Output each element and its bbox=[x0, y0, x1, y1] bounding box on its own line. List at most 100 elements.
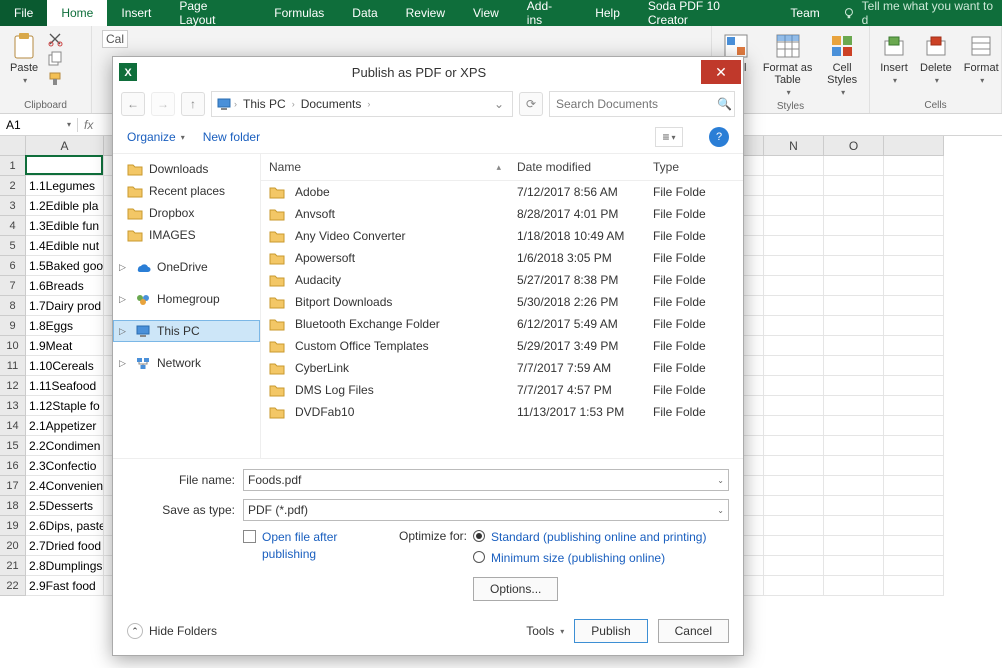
col-header[interactable]: O bbox=[824, 136, 884, 156]
folder-tree[interactable]: DownloadsRecent placesDropboxIMAGES▷OneD… bbox=[113, 154, 261, 458]
file-row[interactable]: Apowersoft1/6/2018 3:05 PMFile Folde bbox=[261, 247, 743, 269]
tab-view[interactable]: View bbox=[459, 0, 513, 26]
row-header[interactable]: 11 bbox=[0, 356, 26, 376]
open-after-publish-checkbox[interactable]: Open file after publishing bbox=[243, 529, 393, 563]
tab-page-layout[interactable]: Page Layout bbox=[165, 0, 260, 26]
format-cells-button[interactable]: Format▾ bbox=[960, 30, 1002, 87]
tree-item-this-pc[interactable]: ▷This PC bbox=[113, 320, 260, 342]
hide-folders-button[interactable]: ⌃ Hide Folders bbox=[127, 623, 217, 639]
file-row[interactable]: DMS Log Files7/7/2017 4:57 PMFile Folde bbox=[261, 379, 743, 401]
cell[interactable] bbox=[884, 576, 944, 596]
cell[interactable] bbox=[824, 376, 884, 396]
cell[interactable] bbox=[824, 536, 884, 556]
cell[interactable] bbox=[824, 276, 884, 296]
tab-insert[interactable]: Insert bbox=[107, 0, 165, 26]
tab-review[interactable]: Review bbox=[392, 0, 459, 26]
cell[interactable]: 1.11Seafood bbox=[26, 376, 104, 396]
cell[interactable]: 2.3Confectio bbox=[26, 456, 104, 476]
cell[interactable]: 1.7Dairy prod bbox=[26, 296, 104, 316]
optimize-minimum-radio[interactable]: Minimum size (publishing online) bbox=[473, 550, 729, 567]
col-header[interactable]: A bbox=[26, 136, 104, 156]
file-row[interactable]: Adobe7/12/2017 8:56 AMFile Folde bbox=[261, 181, 743, 203]
tab-formulas[interactable]: Formulas bbox=[260, 0, 338, 26]
cell[interactable]: 2.2Condimen bbox=[26, 436, 104, 456]
tab-data[interactable]: Data bbox=[338, 0, 391, 26]
row-header[interactable]: 17 bbox=[0, 476, 26, 496]
cell[interactable] bbox=[884, 436, 944, 456]
row-header[interactable]: 18 bbox=[0, 496, 26, 516]
row-header[interactable]: 4 bbox=[0, 216, 26, 236]
cell[interactable] bbox=[824, 476, 884, 496]
row-header[interactable]: 13 bbox=[0, 396, 26, 416]
cell[interactable]: 1.6Breads bbox=[26, 276, 104, 296]
cell[interactable] bbox=[884, 456, 944, 476]
cell[interactable] bbox=[764, 356, 824, 376]
file-list-header[interactable]: Name ▴ Date modified Type bbox=[261, 154, 743, 181]
cell[interactable] bbox=[824, 436, 884, 456]
cell[interactable]: 2.1Appetizer bbox=[26, 416, 104, 436]
tree-item-dropbox[interactable]: Dropbox bbox=[113, 202, 260, 224]
header-name[interactable]: Name bbox=[269, 160, 301, 174]
chevron-down-icon[interactable]: ⌄ bbox=[717, 476, 724, 485]
cell[interactable] bbox=[884, 276, 944, 296]
tree-item-onedrive[interactable]: ▷OneDrive bbox=[113, 256, 260, 278]
header-type[interactable]: Type bbox=[645, 154, 743, 180]
cell[interactable] bbox=[764, 496, 824, 516]
cell[interactable] bbox=[824, 156, 884, 176]
row-header[interactable]: 1 bbox=[0, 156, 26, 176]
cell[interactable] bbox=[884, 336, 944, 356]
cell[interactable] bbox=[764, 156, 824, 176]
cell[interactable] bbox=[884, 496, 944, 516]
cell[interactable]: 1.8Eggs bbox=[26, 316, 104, 336]
cell[interactable] bbox=[824, 176, 884, 196]
savetype-combo[interactable]: PDF (*.pdf)⌄ bbox=[243, 499, 729, 521]
name-box[interactable]: A1▾ bbox=[0, 118, 78, 132]
cell[interactable] bbox=[884, 296, 944, 316]
filename-input[interactable]: Foods.pdf⌄ bbox=[243, 469, 729, 491]
cell[interactable]: 1.2Edible pla bbox=[26, 196, 104, 216]
organize-menu[interactable]: Organize ▾ bbox=[127, 130, 185, 144]
cell[interactable]: 1.4Edible nut bbox=[26, 236, 104, 256]
cell[interactable] bbox=[824, 236, 884, 256]
paste-button[interactable]: Paste ▾ bbox=[6, 30, 42, 87]
chevron-down-icon[interactable]: ⌄ bbox=[717, 506, 724, 515]
cell[interactable] bbox=[764, 296, 824, 316]
file-row[interactable]: Anvsoft8/28/2017 4:01 PMFile Folde bbox=[261, 203, 743, 225]
file-row[interactable]: Bluetooth Exchange Folder6/12/2017 5:49 … bbox=[261, 313, 743, 335]
cell[interactable] bbox=[764, 316, 824, 336]
tree-item-images[interactable]: IMAGES bbox=[113, 224, 260, 246]
cell[interactable] bbox=[884, 376, 944, 396]
format-as-table-button[interactable]: Format as Table▾ bbox=[758, 30, 817, 99]
row-header[interactable]: 7 bbox=[0, 276, 26, 296]
file-list[interactable]: Adobe7/12/2017 8:56 AMFile FoldeAnvsoft8… bbox=[261, 181, 743, 458]
cell[interactable] bbox=[884, 176, 944, 196]
view-options-button[interactable]: ≡ ▾ bbox=[655, 127, 683, 147]
cell[interactable] bbox=[764, 476, 824, 496]
cell[interactable] bbox=[824, 496, 884, 516]
row-header[interactable]: 14 bbox=[0, 416, 26, 436]
cell[interactable] bbox=[764, 176, 824, 196]
publish-button[interactable]: Publish bbox=[574, 619, 647, 643]
row-header[interactable]: 5 bbox=[0, 236, 26, 256]
cell[interactable] bbox=[764, 196, 824, 216]
cell[interactable] bbox=[764, 456, 824, 476]
cell[interactable] bbox=[884, 216, 944, 236]
cell[interactable] bbox=[764, 436, 824, 456]
cell[interactable]: 1.3Edible fun bbox=[26, 216, 104, 236]
cut-icon[interactable] bbox=[46, 30, 64, 48]
cell[interactable] bbox=[824, 356, 884, 376]
file-row[interactable]: Custom Office Templates5/29/2017 3:49 PM… bbox=[261, 335, 743, 357]
chevron-down-icon[interactable]: ⌄ bbox=[490, 97, 508, 111]
search-box[interactable]: 🔍 bbox=[549, 91, 735, 117]
cell[interactable] bbox=[764, 216, 824, 236]
delete-cells-button[interactable]: Delete▾ bbox=[916, 30, 956, 87]
tab-help[interactable]: Help bbox=[581, 0, 634, 26]
tree-item-network[interactable]: ▷Network bbox=[113, 352, 260, 374]
tree-item-downloads[interactable]: Downloads bbox=[113, 158, 260, 180]
cell[interactable] bbox=[824, 216, 884, 236]
col-header[interactable]: N bbox=[764, 136, 824, 156]
cell[interactable] bbox=[764, 416, 824, 436]
cell[interactable]: 2.9Fast food bbox=[26, 576, 104, 596]
search-input[interactable] bbox=[556, 97, 711, 111]
file-row[interactable]: Bitport Downloads5/30/2018 2:26 PMFile F… bbox=[261, 291, 743, 313]
